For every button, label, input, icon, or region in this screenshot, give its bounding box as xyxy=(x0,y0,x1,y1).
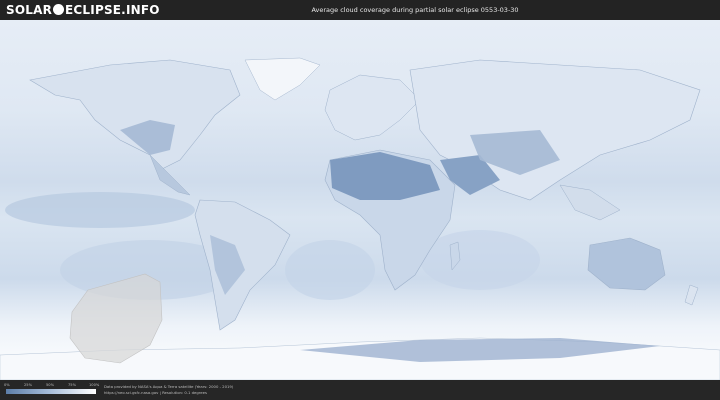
logo-text-eclipse: ECLIPSE.INFO xyxy=(65,3,160,17)
world-map-svg xyxy=(0,20,720,380)
pacific-clear-band xyxy=(5,192,195,228)
indian-ocean-clear xyxy=(420,230,540,290)
site-logo[interactable]: SOLAR ECLIPSE.INFO xyxy=(6,3,160,17)
scale-tick-50: 50% xyxy=(46,383,54,387)
data-source-text: Data provided by NASA's Aqua & Terra sat… xyxy=(104,384,234,389)
scale-tick-0: 0% xyxy=(4,383,10,387)
sun-icon xyxy=(53,4,65,15)
scale-tick-75: 75% xyxy=(68,383,76,387)
data-source-link[interactable]: https://neo.sci.gsfc.nasa.gov | Resoluti… xyxy=(104,390,207,395)
map-title: Average cloud coverage during partial so… xyxy=(311,6,519,14)
header-bar: SOLAR ECLIPSE.INFO Average cloud coverage… xyxy=(0,0,720,20)
south-atlantic-clear xyxy=(285,240,375,300)
scale-tick-100: 100% xyxy=(89,383,100,387)
scale-tick-25: 25% xyxy=(24,383,32,387)
cloud-coverage-map xyxy=(0,20,720,380)
cloud-cover-scale xyxy=(6,389,96,394)
logo-text-solar: SOLAR xyxy=(6,3,53,17)
